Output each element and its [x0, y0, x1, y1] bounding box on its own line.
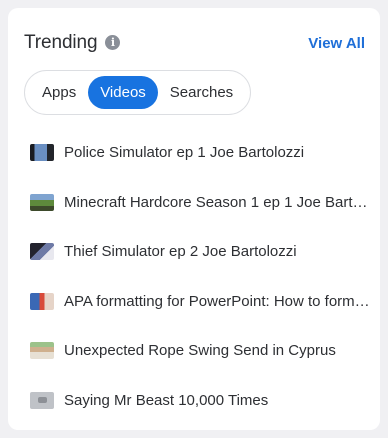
- video-thumbnail: [30, 193, 54, 211]
- video-title: Saying Mr Beast 10,000 Times: [64, 391, 269, 409]
- video-title: Unexpected Rope Swing Send in Cyprus: [64, 342, 336, 360]
- video-thumbnail: [30, 243, 54, 261]
- list-item[interactable]: Thief Simulator ep 2 Joe Bartolozzi: [30, 227, 370, 277]
- card-title: Trending: [24, 32, 98, 53]
- tab-apps[interactable]: Apps: [30, 76, 88, 109]
- list-item[interactable]: Police Simulator ep 1 Joe Bartolozzi: [30, 128, 370, 178]
- placeholder-video-icon: [30, 391, 54, 409]
- trending-card: Trending i View All Apps Videos Searches…: [8, 8, 380, 430]
- info-icon[interactable]: i: [105, 34, 121, 50]
- list-item[interactable]: Unexpected Rope Swing Send in Cyprus: [30, 326, 370, 376]
- video-title: Minecraft Hardcore Season 1 ep 1 Joe Bar…: [64, 193, 370, 211]
- list-item[interactable]: Minecraft Hardcore Season 1 ep 1 Joe Bar…: [30, 178, 370, 228]
- view-all-link[interactable]: View All: [308, 35, 365, 52]
- video-title: APA formatting for PowerPoint: How to fo…: [64, 292, 370, 310]
- tab-videos[interactable]: Videos: [88, 76, 158, 109]
- video-thumbnail: [30, 144, 54, 162]
- trending-header: Trending i View All: [24, 30, 365, 56]
- tab-searches[interactable]: Searches: [158, 76, 245, 109]
- video-thumbnail: [30, 292, 54, 310]
- list-item[interactable]: Saying Mr Beast 10,000 Times: [30, 376, 370, 426]
- trending-video-list: Police Simulator ep 1 Joe Bartolozzi Min…: [30, 128, 370, 425]
- list-item[interactable]: APA formatting for PowerPoint: How to fo…: [30, 277, 370, 327]
- video-thumbnail: [30, 342, 54, 360]
- video-title: Thief Simulator ep 2 Joe Bartolozzi: [64, 243, 297, 261]
- video-title: Police Simulator ep 1 Joe Bartolozzi: [64, 144, 305, 162]
- trending-tabs: Apps Videos Searches: [24, 70, 252, 115]
